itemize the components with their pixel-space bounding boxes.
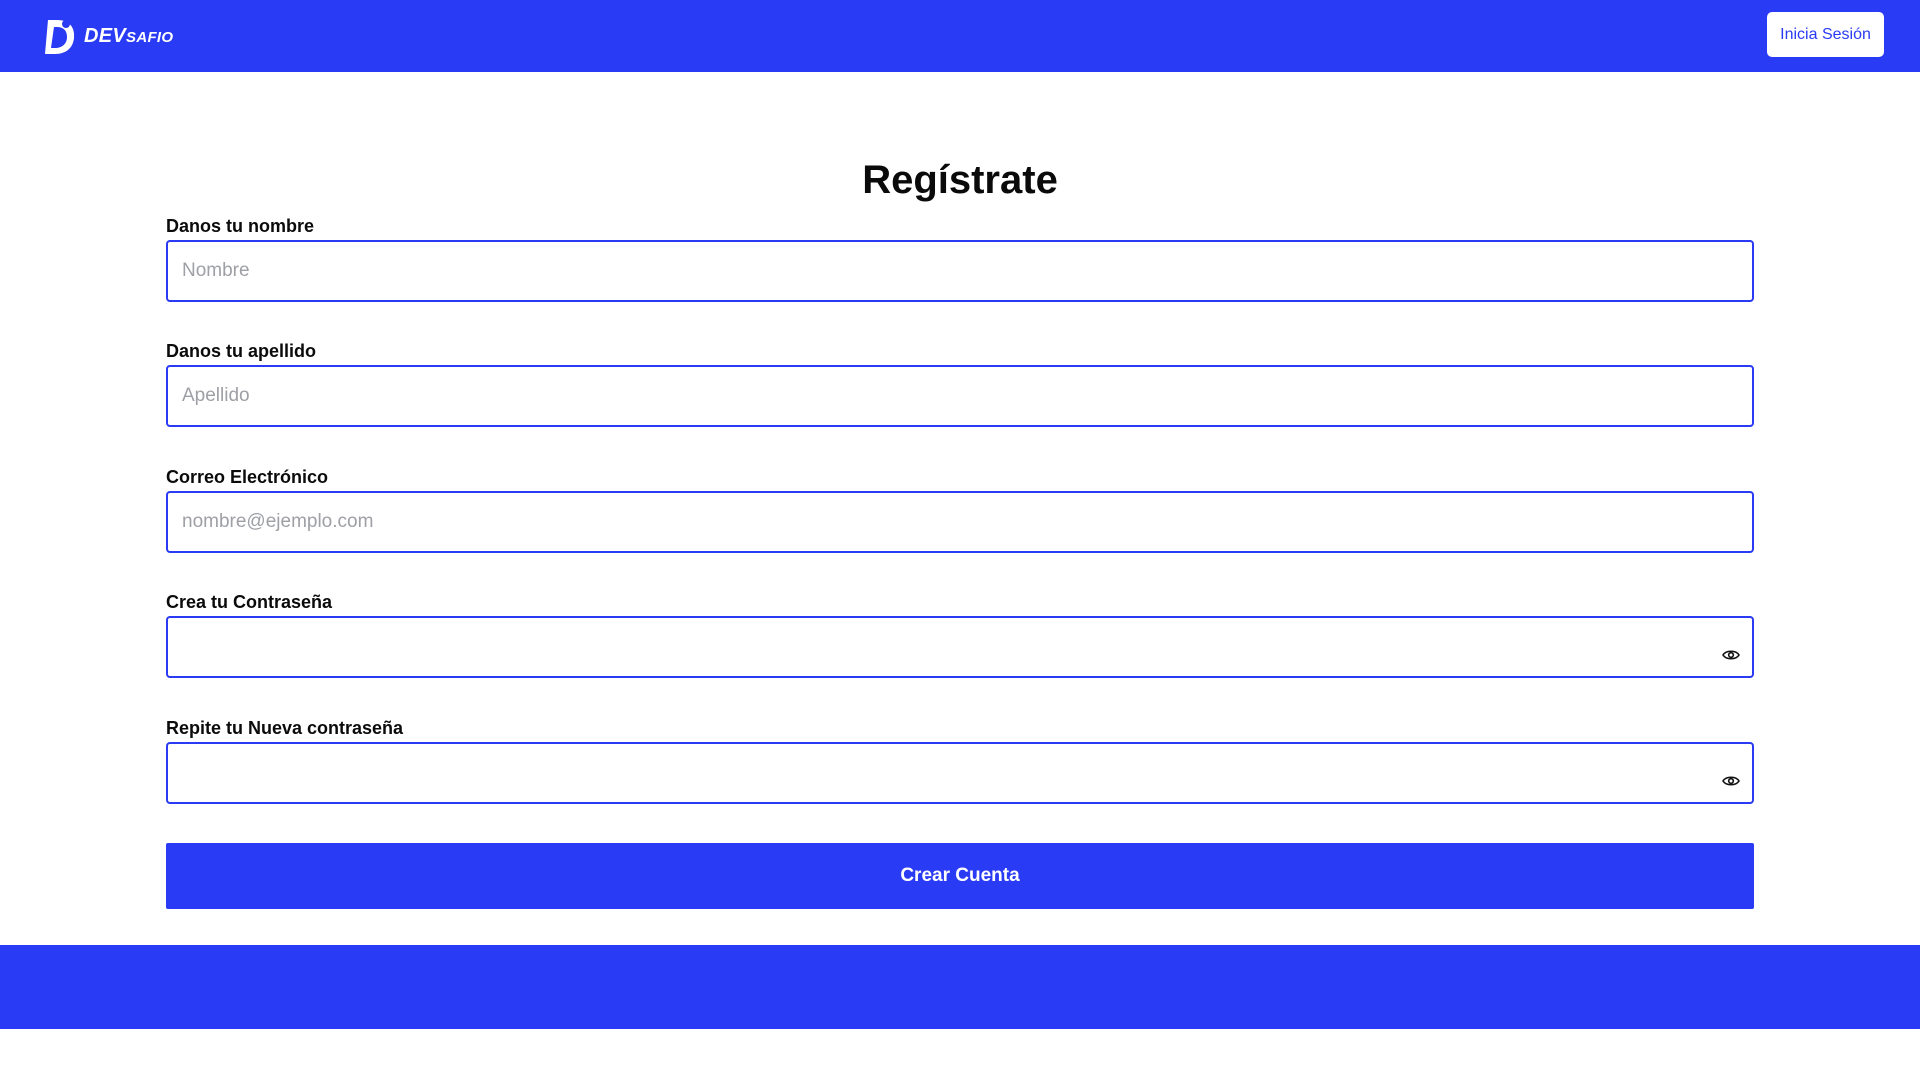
email-label: Correo Electrónico (166, 467, 329, 487)
last-name-input[interactable] (168, 367, 1752, 425)
page-title: Regístrate (862, 158, 1058, 202)
password-repeat-label: Repite tu Nueva contraseña (166, 718, 404, 738)
devsafio-logo[interactable]: DEV SAFIO (42, 15, 173, 57)
password-field[interactable] (166, 616, 1754, 678)
create-account-button[interactable]: Crear Cuenta (166, 843, 1754, 909)
first-name-input[interactable] (168, 242, 1752, 300)
logo-text-sub: SAFIO (126, 28, 174, 46)
first-name-label: Danos tu nombre (166, 216, 315, 236)
password-repeat-field[interactable] (166, 742, 1754, 804)
email-field[interactable] (166, 491, 1754, 553)
first-name-field[interactable] (166, 240, 1754, 302)
eye-icon[interactable] (1722, 774, 1740, 788)
eye-icon[interactable] (1722, 648, 1740, 662)
login-button[interactable]: Inicia Sesión (1767, 12, 1884, 57)
logo-text: DEV SAFIO (84, 25, 173, 48)
password-repeat-input[interactable] (168, 744, 1752, 802)
last-name-field[interactable] (166, 365, 1754, 427)
footer-bar (0, 945, 1920, 1029)
password-input[interactable] (168, 618, 1752, 676)
logo-mark-icon (45, 20, 75, 54)
top-navbar: DEV SAFIO Inicia Sesión (0, 0, 1920, 72)
password-label: Crea tu Contraseña (166, 592, 333, 612)
logo-text-main: DEV (84, 24, 127, 47)
email-input[interactable] (168, 493, 1752, 551)
last-name-label: Danos tu apellido (166, 341, 317, 361)
